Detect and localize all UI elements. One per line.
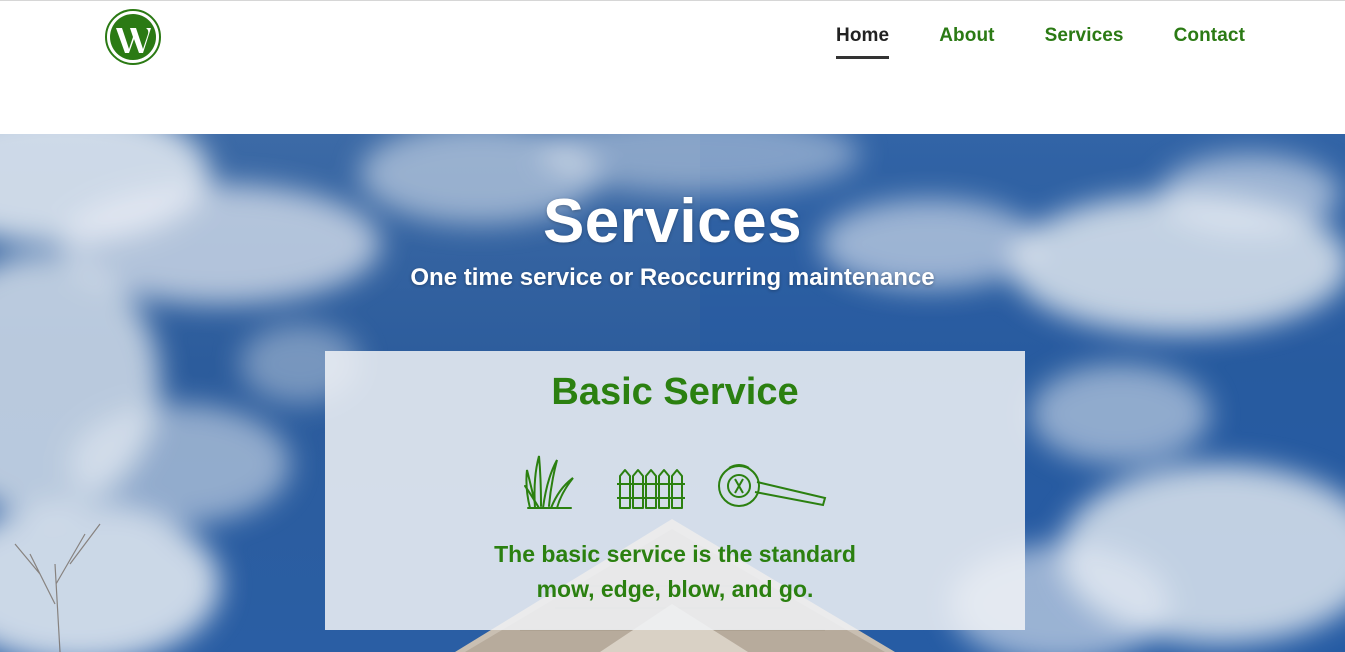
site-header: Home About Services Contact (0, 1, 1345, 134)
leaf-blower-icon (718, 464, 827, 507)
service-icons (524, 455, 827, 509)
card-title: Basic Service (551, 371, 799, 413)
card-description-line-2: mow, edge, blow, and go. (536, 576, 814, 602)
page-title: Services (542, 187, 803, 256)
nav-about[interactable]: About (939, 25, 994, 56)
card-description: The basic service is the standard mow, e… (425, 537, 925, 607)
grass-icon (524, 455, 574, 509)
nav-home[interactable]: Home (836, 25, 890, 59)
nav-contact[interactable]: Contact (1174, 25, 1245, 56)
basic-service-card: Basic Service The basic service is the s… (325, 351, 1025, 630)
main-nav: Home About Services Contact (836, 25, 1245, 59)
fence-icon (617, 469, 685, 509)
nav-services[interactable]: Services (1045, 25, 1124, 56)
hero-banner: Services One time service or Reoccurring… (0, 134, 1345, 652)
wordpress-logo-icon[interactable] (105, 9, 161, 65)
page-subtitle: One time service or Reoccurring maintena… (410, 264, 935, 291)
card-description-line-1: The basic service is the standard (494, 541, 856, 567)
